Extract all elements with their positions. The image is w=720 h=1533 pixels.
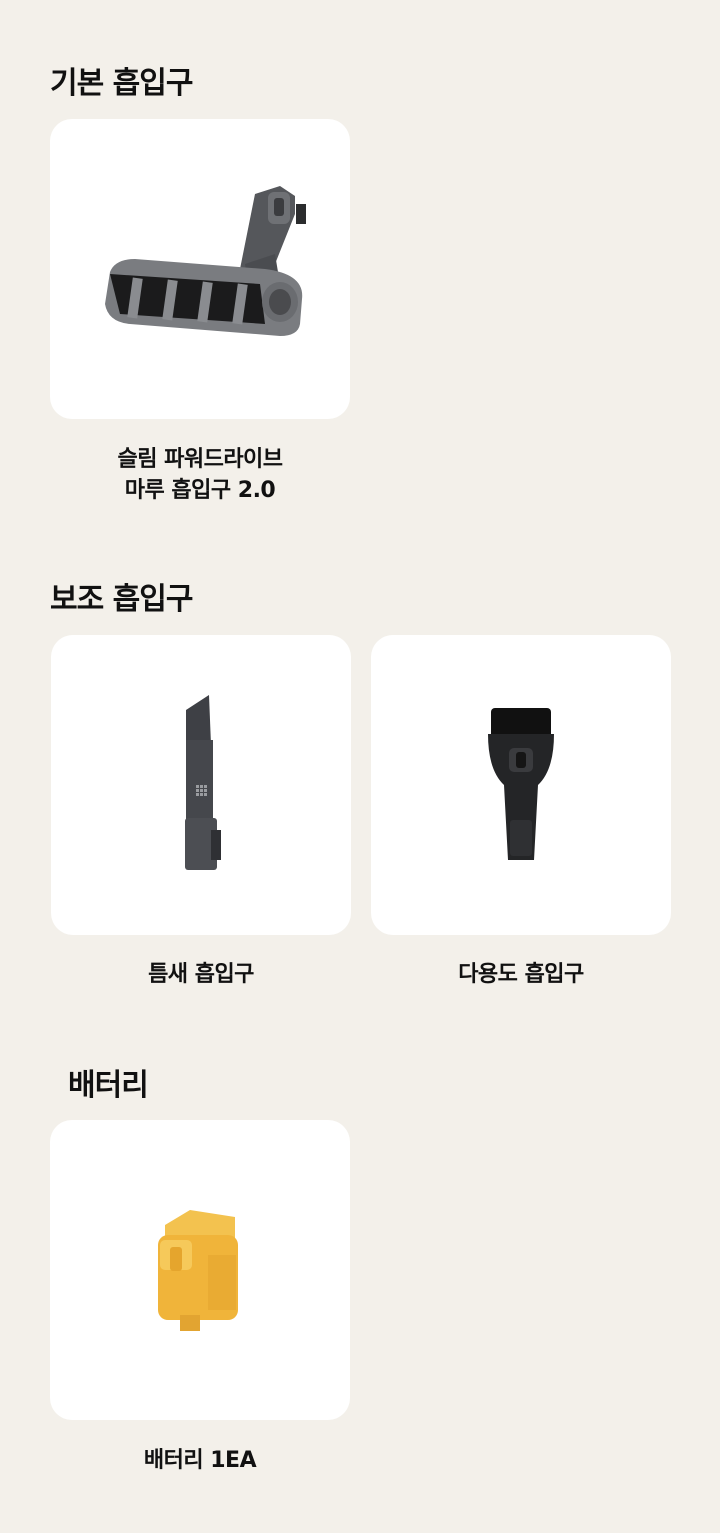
caption-crevice-nozzle: 틈새 흡입구 bbox=[51, 959, 351, 990]
product-card-crevice-nozzle[interactable] bbox=[51, 635, 351, 935]
multi-purpose-brush-nozzle-icon bbox=[488, 708, 554, 860]
caption-line: 슬림 파워드라이브 bbox=[117, 447, 283, 472]
caption-line: 마루 흡입구 2.0 bbox=[124, 478, 276, 503]
caption-battery: 배터리 1EA bbox=[50, 1445, 350, 1476]
caption-line: 다용도 흡입구 bbox=[458, 962, 584, 987]
product-card-floor-nozzle[interactable] bbox=[50, 119, 350, 419]
section-title-battery: 배터리 bbox=[68, 1068, 149, 1103]
section-title-basic-nozzle: 기본 흡입구 bbox=[50, 66, 193, 101]
product-card-multi-purpose-nozzle[interactable] bbox=[371, 635, 671, 935]
caption-floor-nozzle: 슬림 파워드라이브 마루 흡입구 2.0 bbox=[50, 444, 350, 506]
crevice-nozzle-icon bbox=[185, 695, 221, 870]
caption-multi-purpose-nozzle: 다용도 흡입구 bbox=[371, 959, 671, 990]
section-title-auxiliary-nozzle: 보조 흡입구 bbox=[50, 582, 193, 617]
product-card-battery[interactable] bbox=[50, 1120, 350, 1420]
battery-pack-icon bbox=[158, 1210, 238, 1331]
power-drive-floor-nozzle-icon bbox=[105, 186, 306, 336]
caption-line: 틈새 흡입구 bbox=[148, 962, 254, 987]
caption-line: 배터리 1EA bbox=[143, 1448, 257, 1473]
